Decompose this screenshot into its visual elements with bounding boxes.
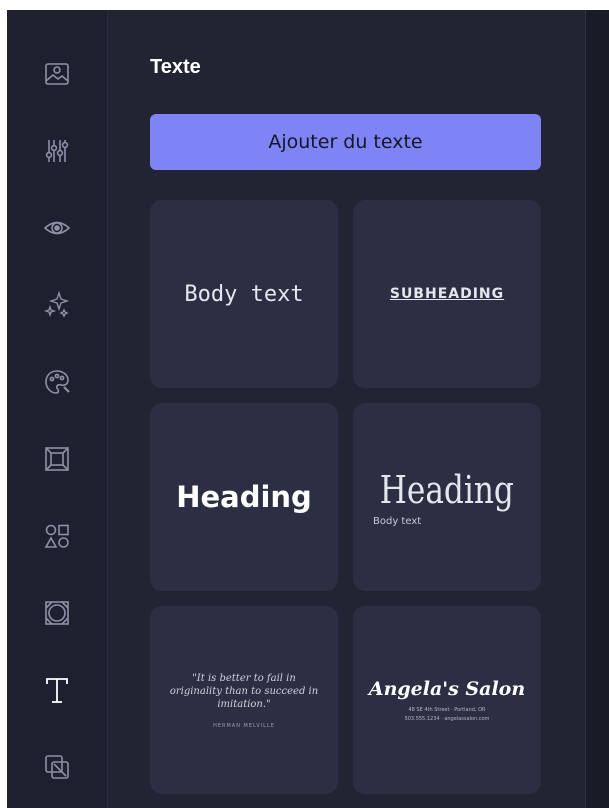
subheading-sample: SUBHEADING	[389, 286, 505, 302]
body-text-sample: Body text	[184, 281, 304, 307]
top-bar	[0, 0, 609, 10]
tool-sidebar	[7, 10, 108, 808]
image-icon	[45, 63, 69, 85]
quote-sample: "It is better to fail in originality tha…	[169, 672, 319, 710]
adjust-tool-button[interactable]	[37, 131, 77, 171]
salon-address: 48 SE 4th Street · Portland, OR	[408, 706, 486, 713]
frame-tool-button[interactable]	[37, 439, 77, 479]
frame-icon	[45, 447, 69, 471]
heading-serif-body-sample: Body text	[373, 515, 422, 527]
add-text-button[interactable]: Ajouter du texte	[150, 114, 541, 170]
heading-sans-sample: Heading	[176, 480, 312, 514]
sparkles-icon	[43, 290, 70, 318]
shapes-icon	[44, 524, 69, 548]
panel-title: Texte	[150, 56, 201, 78]
salon-contact: 503.555.1234 · angelassalon.com	[404, 715, 490, 722]
quote-author: HERMAN MELVILLE	[213, 722, 275, 729]
effects-tool-button[interactable]	[37, 285, 77, 325]
layers-icon	[45, 755, 69, 779]
heading-sans-preset[interactable]: Heading	[150, 403, 338, 591]
colors-tool-button[interactable]	[37, 362, 77, 402]
texture-tool-button[interactable]	[37, 593, 77, 633]
palette-icon	[45, 370, 70, 394]
text-panel: Texte Ajouter du texte Body text SUBHEAD…	[108, 10, 585, 808]
window-edge	[0, 10, 7, 808]
quote-preset[interactable]: "It is better to fail in originality tha…	[150, 606, 338, 794]
visibility-tool-button[interactable]	[37, 208, 77, 248]
image-tool-button[interactable]	[37, 54, 77, 94]
subheading-preset[interactable]: SUBHEADING	[353, 200, 541, 388]
salon-preset[interactable]: Angela's Salon 48 SE 4th Street · Portla…	[353, 606, 541, 794]
layers-tool-button[interactable]	[37, 747, 77, 787]
heading-serif-preset[interactable]: Heading Body text	[353, 403, 541, 591]
body-text-preset[interactable]: Body text	[150, 200, 338, 388]
salon-name-sample: Angela's Salon	[368, 677, 526, 700]
text-icon	[46, 678, 68, 703]
canvas-area	[586, 10, 609, 808]
shapes-tool-button[interactable]	[37, 516, 77, 556]
text-tool-button[interactable]	[37, 670, 77, 710]
texture-icon	[45, 601, 69, 625]
eye-icon	[43, 221, 71, 235]
heading-serif-sample: Heading	[379, 467, 515, 512]
adjustments-icon	[45, 140, 69, 162]
